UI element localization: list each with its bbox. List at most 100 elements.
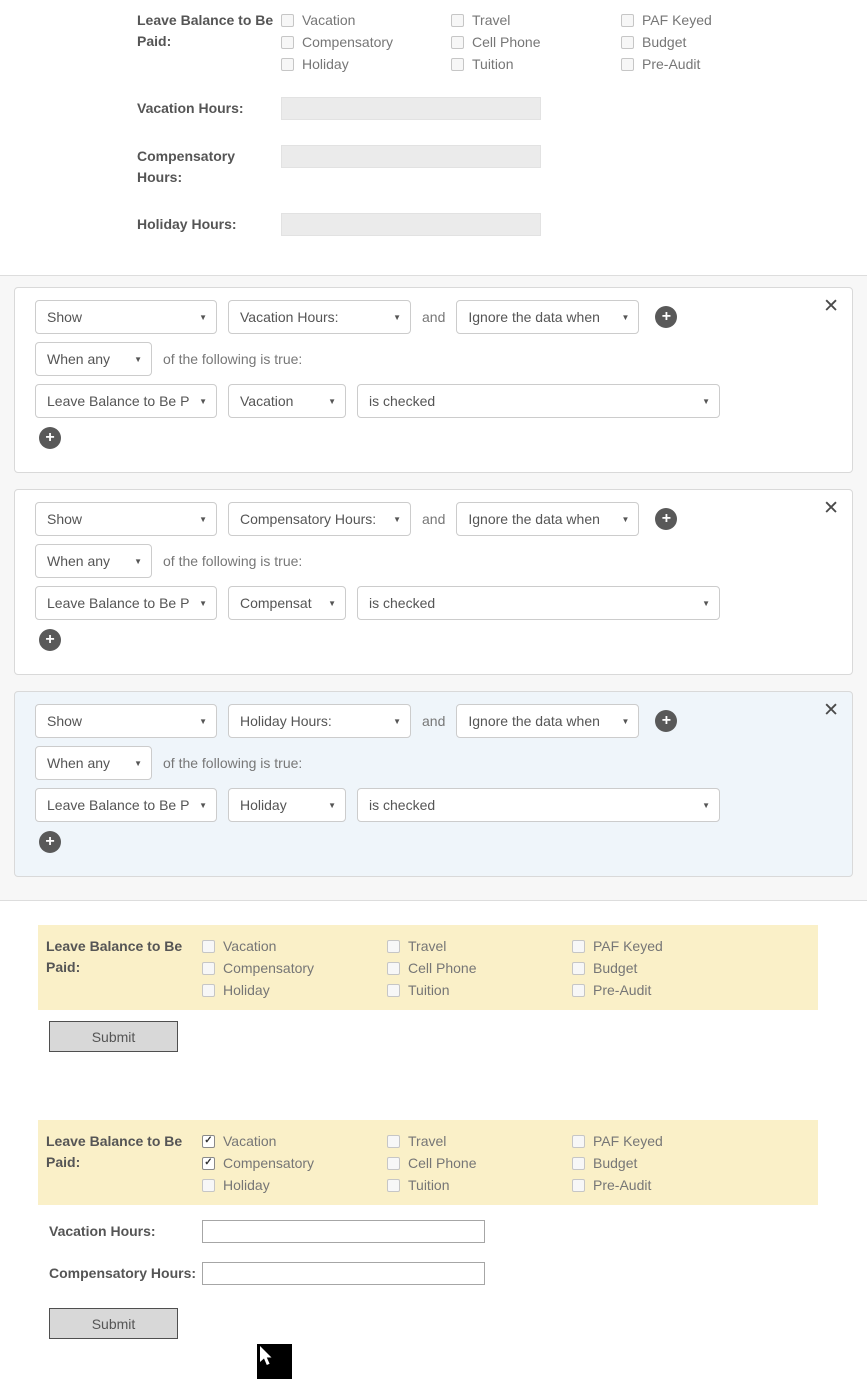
checkbox-icon[interactable] [387,983,400,997]
checkbox-cell-phone[interactable]: Cell Phone [387,957,572,979]
chevron-down-icon: ▼ [328,800,336,810]
checkbox-icon[interactable] [572,939,585,953]
checkbox-budget[interactable]: Budget [572,957,757,979]
checkbox-tuition[interactable]: Tuition [451,53,621,75]
conjunction-text: and [422,511,446,527]
condition-field-select[interactable]: Leave Balance to Be P ▼ [35,788,217,822]
plus-icon: + [661,712,672,729]
checkbox-icon[interactable] [572,1156,585,1170]
checkbox-icon[interactable] [202,961,215,975]
data-handling-select[interactable]: Ignore the data when ▼ [456,704,640,738]
checkbox-checked-icon[interactable]: ✓ [202,1134,215,1148]
checkbox-icon[interactable] [572,1178,585,1192]
compensatory-hours-input[interactable] [202,1262,485,1285]
checkbox-vacation[interactable]: ✓ Vacation [202,1130,387,1152]
checkbox-compensatory[interactable]: Compensatory [281,31,451,53]
checkbox-icon[interactable] [387,939,400,953]
checkbox-icon[interactable] [202,983,215,997]
checkbox-paf-keyed[interactable]: PAF Keyed [572,935,757,957]
checkbox-icon[interactable] [281,13,294,27]
checkbox-icon[interactable] [572,1134,585,1148]
checkbox-icon[interactable] [387,961,400,975]
checkbox-travel[interactable]: Travel [387,1130,572,1152]
action-select[interactable]: Show ▼ [35,704,217,738]
checkbox-travel[interactable]: Travel [451,9,621,31]
add-action-button[interactable]: + [655,508,678,530]
condition-value-select[interactable]: Compensat ▼ [228,586,346,620]
checkbox-icon[interactable] [387,1134,400,1148]
data-handling-select[interactable]: Ignore the data when ▼ [456,300,640,334]
add-action-button[interactable]: + [655,710,678,732]
target-field-select[interactable]: Holiday Hours: ▼ [228,704,411,738]
match-type-select[interactable]: When any ▼ [35,746,152,780]
checkbox-tuition[interactable]: Tuition [387,1174,572,1196]
checkbox-paf-keyed[interactable]: PAF Keyed [621,9,791,31]
checkbox-paf-keyed[interactable]: PAF Keyed [572,1130,757,1152]
checkbox-holiday[interactable]: Holiday [202,979,387,1001]
match-type-select[interactable]: When any ▼ [35,544,152,578]
condition-operator-select[interactable]: is checked ▼ [357,788,720,822]
checkbox-vacation[interactable]: Vacation [281,9,451,31]
checkbox-cell-phone[interactable]: Cell Phone [387,1152,572,1174]
condition-operator-select[interactable]: is checked ▼ [357,384,720,418]
checkbox-pre-audit[interactable]: Pre-Audit [621,53,791,75]
checkbox-icon[interactable] [621,13,634,27]
action-select[interactable]: Show ▼ [35,502,217,536]
condition-field-select[interactable]: Leave Balance to Be P ▼ [35,384,217,418]
match-type-select[interactable]: When any ▼ [35,342,152,376]
checkbox-icon[interactable] [387,1156,400,1170]
leave-balance-label: Leave Balance to Be Paid: [46,938,183,975]
compensatory-hours-input [281,145,541,168]
target-field-select[interactable]: Vacation Hours: ▼ [228,300,411,334]
checkbox-icon[interactable] [451,35,464,49]
vacation-hours-input[interactable] [202,1220,485,1243]
add-condition-button[interactable]: + [39,831,61,853]
submit-button[interactable]: Submit [49,1308,178,1339]
checkbox-icon[interactable] [387,1178,400,1192]
chevron-down-icon: ▼ [702,800,710,810]
close-icon[interactable]: ✕ [823,701,839,720]
close-icon[interactable]: ✕ [823,297,839,316]
close-icon[interactable]: ✕ [823,499,839,518]
checkbox-icon[interactable] [451,57,464,71]
add-condition-button[interactable]: + [39,427,61,449]
checkbox-holiday[interactable]: Holiday [281,53,451,75]
condition-value-select[interactable]: Vacation ▼ [228,384,346,418]
checkbox-icon[interactable] [621,35,634,49]
condition-value-select[interactable]: Holiday ▼ [228,788,346,822]
checkbox-icon[interactable] [572,961,585,975]
checkbox-icon[interactable] [451,13,464,27]
chevron-down-icon: ▼ [134,758,142,768]
checkbox-icon[interactable] [281,57,294,71]
checkbox-compensatory[interactable]: Compensatory [202,957,387,979]
checkbox-icon[interactable] [621,57,634,71]
checkbox-icon[interactable] [281,35,294,49]
checkbox-cell-phone[interactable]: Cell Phone [451,31,621,53]
target-field-select[interactable]: Compensatory Hours: ▼ [228,502,411,536]
checkbox-budget[interactable]: Budget [621,31,791,53]
submit-button[interactable]: Submit [49,1021,178,1052]
data-handling-select[interactable]: Ignore the data when ▼ [456,502,640,536]
chevron-down-icon: ▼ [393,312,401,322]
checkbox-label: Travel [408,1133,447,1149]
checkbox-tuition[interactable]: Tuition [387,979,572,1001]
add-condition-button[interactable]: + [39,629,61,651]
checkbox-budget[interactable]: Budget [572,1152,757,1174]
checkbox-icon[interactable] [202,939,215,953]
checkbox-vacation[interactable]: Vacation [202,935,387,957]
condition-operator-select[interactable]: is checked ▼ [357,586,720,620]
checkbox-holiday[interactable]: Holiday [202,1174,387,1196]
compensatory-hours-label: Compensatory Hours: [137,148,236,185]
checkbox-icon[interactable] [202,1178,215,1192]
add-action-button[interactable]: + [655,306,678,328]
action-select[interactable]: Show ▼ [35,300,217,334]
checkbox-label: Compensatory [223,1155,315,1171]
checkbox-icon[interactable] [572,983,585,997]
checkbox-pre-audit[interactable]: Pre-Audit [572,979,757,1001]
checkbox-travel[interactable]: Travel [387,935,572,957]
checkbox-compensatory[interactable]: ✓ Compensatory [202,1152,387,1174]
checkbox-checked-icon[interactable]: ✓ [202,1156,215,1170]
checkbox-pre-audit[interactable]: Pre-Audit [572,1174,757,1196]
condition-field-select[interactable]: Leave Balance to Be P ▼ [35,586,217,620]
form-preview-checked: Leave Balance to Be Paid: ✓ Vacation ✓ Com… [38,1120,818,1205]
